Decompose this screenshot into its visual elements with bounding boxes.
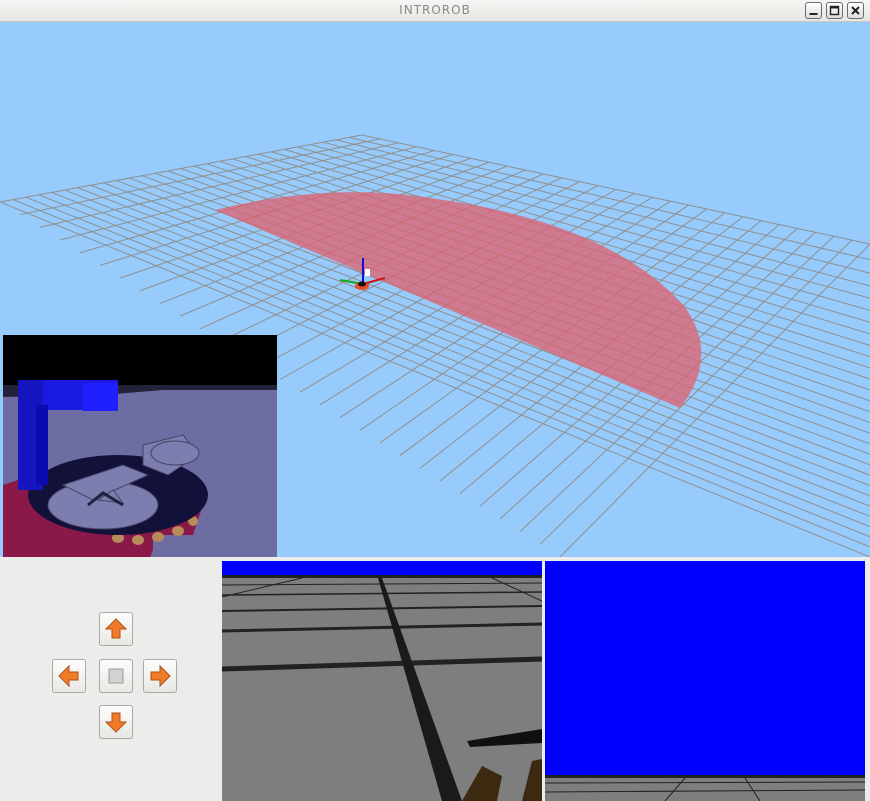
maximize-button[interactable] [826,2,843,19]
right-camera-image [545,561,865,801]
arrow-right-icon [150,664,171,688]
close-icon [851,6,860,15]
minimize-icon [809,13,818,15]
robot-close-up [3,380,277,557]
arrow-up-icon [104,618,128,639]
arrow-down-icon [104,712,128,733]
grid-line [0,134,363,203]
bottom-panel [0,557,870,801]
stop-icon [108,668,124,684]
left-camera-image [222,561,542,801]
stop-button[interactable] [99,659,133,693]
turn-right-button[interactable] [143,659,177,693]
backward-button[interactable] [99,705,133,739]
robot-camera-inset [3,335,277,557]
title-bar[interactable]: INTROROB [0,0,870,22]
arrow-left-icon [58,664,79,688]
right-camera-view [545,561,865,801]
turn-left-button[interactable] [52,659,86,693]
forward-button[interactable] [99,612,133,646]
introrob-window: INTROROB [0,0,870,801]
maximize-icon [829,5,840,16]
close-button[interactable] [847,2,864,19]
teleoperation-controls [0,557,220,801]
window-title: INTROROB [399,3,471,17]
minimize-button[interactable] [805,2,822,19]
laser-range-area [215,192,702,408]
world-3d-view[interactable] [0,22,870,557]
left-camera-view [222,561,542,801]
